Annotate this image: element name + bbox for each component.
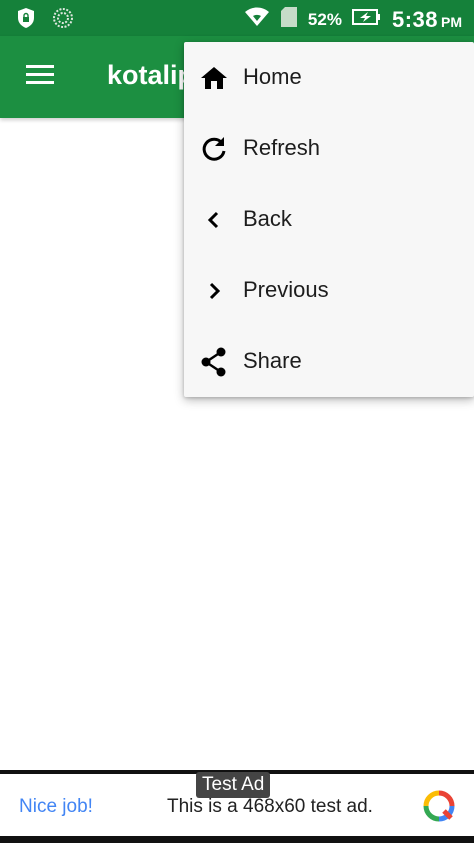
share-icon xyxy=(200,347,228,377)
menu-item-home[interactable]: Home xyxy=(184,42,474,113)
refresh-icon xyxy=(200,135,228,163)
test-ad-badge: Test Ad xyxy=(196,772,271,798)
menu-item-previous[interactable]: Previous xyxy=(184,255,474,326)
signal-icon xyxy=(280,6,298,33)
menu-item-back[interactable]: Back xyxy=(184,184,474,255)
ad-bottom-border xyxy=(0,836,474,843)
menu-item-label: Home xyxy=(243,64,302,89)
menu-item-share[interactable]: Share xyxy=(184,326,474,397)
home-icon xyxy=(200,64,228,92)
shield-icon xyxy=(16,7,36,34)
clock-ampm: PM xyxy=(441,13,462,30)
ad-headline[interactable]: Nice job! xyxy=(19,796,93,818)
chevron-left-icon xyxy=(200,206,228,234)
menu-item-label: Share xyxy=(243,348,302,373)
menu-item-label: Back xyxy=(243,206,292,231)
app-title: kotalip xyxy=(107,60,195,90)
status-bar: 52% 5:38 PM xyxy=(0,0,474,36)
battery-percent: 52% xyxy=(307,9,342,29)
battery-charging-icon xyxy=(351,8,382,31)
status-right-icons: 52% 5:38 PM xyxy=(244,6,462,33)
menu-item-label: Previous xyxy=(243,277,329,302)
status-left-icons xyxy=(16,7,74,34)
menu-item-label: Refresh xyxy=(243,135,321,160)
overflow-menu: Home Refresh Back Previous Share xyxy=(184,42,474,397)
ad-body-text[interactable]: This is a 468x60 test ad. xyxy=(167,796,373,818)
clock-time: 5:38 xyxy=(391,6,438,32)
hamburger-menu-icon[interactable] xyxy=(24,62,60,92)
sync-icon xyxy=(52,7,74,34)
wifi-icon xyxy=(244,6,270,33)
adchoices-logo-icon[interactable] xyxy=(422,789,456,823)
menu-item-refresh[interactable]: Refresh xyxy=(184,113,474,184)
chevron-right-icon xyxy=(200,277,228,305)
